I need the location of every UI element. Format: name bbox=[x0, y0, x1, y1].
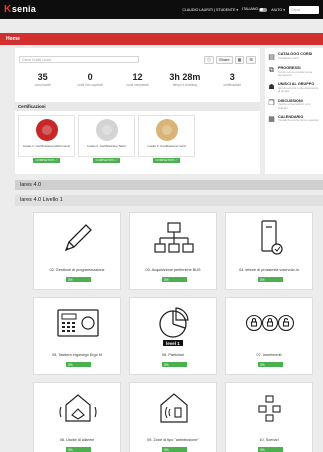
certification-card[interactable]: Livello 2. Certificazione Silver COMPLET… bbox=[78, 115, 135, 163]
course-card[interactable]: level 1 06. Partizioni 0% bbox=[129, 297, 217, 375]
course-card[interactable]: 03. Acquisizione periferiche BUS 0% bbox=[129, 212, 217, 290]
stats-row: 35 corsi iscritti 0 corsi non superati 12 c… bbox=[15, 66, 260, 102]
progress-badge: 0% bbox=[66, 447, 91, 452]
certification-badge-icon bbox=[95, 119, 118, 141]
keypad-icon bbox=[34, 298, 122, 348]
progress-badge: 0% bbox=[258, 362, 283, 367]
user-menu[interactable]: CLAUDIO LAURITI | STUDENTE ▾ bbox=[182, 8, 238, 12]
bus-tree-icon bbox=[130, 213, 218, 263]
course-card[interactable]: 04. lettore di prossimità volorvolo-in 0… bbox=[225, 212, 313, 290]
top-search-input[interactable]: Cerca bbox=[289, 5, 319, 14]
page-title-banner: Home bbox=[0, 33, 323, 45]
status-badge: COMPLETATO ✓ bbox=[32, 157, 61, 163]
grid-view-button[interactable]: ▦ bbox=[234, 55, 245, 64]
discussion-icon: ❐ bbox=[268, 100, 275, 108]
certification-card[interactable]: Livello 1. Certificazione Metronomic COM… bbox=[18, 115, 75, 163]
sidebar-item-calendar[interactable]: ▦ CALENDARIO Visualizza eventi corsi e se… bbox=[267, 115, 321, 124]
progress-icon: ⧉ bbox=[269, 66, 274, 74]
share-button[interactable]: Share bbox=[215, 55, 233, 64]
course-card[interactable]: 02. Gestione di programmazione 0% bbox=[33, 212, 121, 290]
catalog-icon: ▤ bbox=[268, 53, 275, 61]
sidebar-item-group[interactable]: ☗ UNISCI AL GRUPPO Iscriviti ai corsi e a… bbox=[267, 82, 321, 93]
calendar-icon: ▦ bbox=[268, 116, 275, 124]
group-icon: ☗ bbox=[268, 83, 275, 91]
course-group-header[interactable]: lares 4.0 bbox=[15, 180, 323, 190]
status-badge: COMPLETATO ✓ bbox=[92, 157, 121, 163]
toggle-icon bbox=[259, 7, 268, 12]
course-card[interactable]: 09. Zone di tipo "antintrusione" 0% bbox=[129, 382, 217, 452]
help-menu[interactable]: AIUTO ▾ bbox=[271, 8, 285, 12]
certifications-header: Certificazioni bbox=[15, 102, 260, 111]
progress-badge: 0% bbox=[162, 277, 187, 282]
ksenia-logo[interactable]: Ksenia bbox=[4, 4, 36, 15]
level-badge: level 1 bbox=[163, 340, 183, 346]
stat-enrolled: 35 corsi iscritti bbox=[34, 72, 51, 87]
language-toggle[interactable]: ITALIANO bbox=[242, 7, 268, 12]
course-card[interactable]: 07. Inserimenti 0% bbox=[225, 297, 313, 375]
course-card[interactable]: 05. Tastiera ergonego Ergo M 0% bbox=[33, 297, 121, 375]
intrusion-zones-icon bbox=[130, 383, 218, 433]
page-title: Home bbox=[6, 36, 20, 42]
course-subgroup-header[interactable]: lares 4.0 Livello 1 bbox=[15, 195, 323, 206]
sidebar-item-discussions[interactable]: ❐ DISCUSSIONI Vedi le conversazioni con i… bbox=[267, 99, 321, 110]
certification-badge-icon bbox=[35, 119, 58, 141]
progress-badge: 0% bbox=[258, 447, 283, 452]
arming-icon bbox=[226, 298, 314, 348]
progress-badge: 0% bbox=[162, 447, 187, 452]
course-card[interactable]: 10. Scenari 0% bbox=[225, 382, 313, 452]
progress-badge: 0% bbox=[258, 277, 283, 282]
course-search-input[interactable]: Cerca in tutti i corsi bbox=[19, 56, 139, 63]
status-badge: COMPLETATO ✓ bbox=[152, 157, 181, 163]
stat-certifications: 3 certificazioni bbox=[223, 72, 242, 87]
top-bar: Ksenia CLAUDIO LAURITI | STUDENTE ▾ ITAL… bbox=[0, 0, 323, 19]
proximity-reader-icon bbox=[226, 213, 314, 263]
progress-badge: 0% bbox=[162, 362, 187, 367]
pencil-icon bbox=[34, 213, 122, 263]
sidebar-item-progress[interactable]: ⧉ PROGRESSI Scopri come procede la tua fo… bbox=[267, 66, 321, 77]
progress-badge: 0% bbox=[66, 362, 91, 367]
stat-time: 3h 28m tempo e-learning bbox=[169, 72, 201, 87]
certification-card[interactable]: Livello 3. Certificazione Gold COMPLETAT… bbox=[138, 115, 195, 163]
stat-failed: 0 corsi non superati bbox=[77, 72, 103, 87]
course-card[interactable]: 08. Uscite di allarme 0% bbox=[33, 382, 121, 452]
progress-badge: 0% bbox=[66, 277, 91, 282]
scenarios-icon bbox=[226, 383, 314, 433]
stat-completed: 12 corsi completati bbox=[126, 72, 149, 87]
info-button[interactable]: ⓘ bbox=[203, 55, 214, 64]
list-view-button[interactable]: ☰ bbox=[246, 55, 256, 64]
sidebar-item-catalog[interactable]: ▤ CATALOGO CORSI Visualizza i corsi bbox=[267, 52, 321, 61]
certification-badge-icon bbox=[155, 119, 178, 141]
dashboard-panel: Cerca in tutti i corsi ⓘ Share ▦ ☰ 35 cor… bbox=[15, 48, 260, 174]
alarm-outputs-icon bbox=[34, 383, 122, 433]
quick-links-sidebar: ▤ CATALOGO CORSI Visualizza i corsi ⧉ PRO… bbox=[265, 48, 323, 174]
